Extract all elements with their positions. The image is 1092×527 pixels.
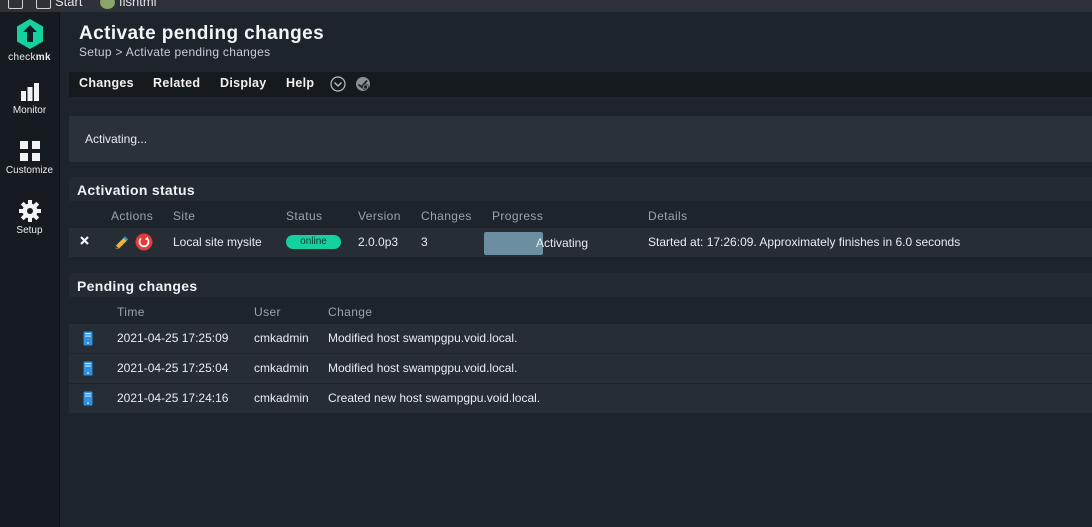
bar-chart-icon (20, 83, 39, 101)
pending-table-header: Time User Change (69, 301, 1092, 323)
taskbar-item-fishtml[interactable]: fishtml (100, 0, 157, 10)
progress-label: Activating (536, 236, 589, 250)
change-text: Created new host swampgpu.void.local. (328, 391, 541, 405)
table-row[interactable]: 2021-04-25 17:24:16 cmkadmin Created new… (69, 384, 1092, 413)
site-changes-count: 3 (421, 235, 428, 249)
sidebar-item-setup[interactable]: Setup (0, 200, 59, 236)
page-title: Activate pending changes (79, 23, 325, 44)
grid-icon (19, 141, 40, 161)
menu-changes[interactable]: Changes (79, 76, 134, 90)
change-text: Modified host swampgpu.void.local. (328, 361, 518, 375)
menu-bar: Changes Related Display Help (69, 72, 1092, 97)
site-version: 2.0.0p3 (358, 235, 399, 249)
taskbar-item-label: Start (55, 0, 83, 9)
column-header-changes: Changes (421, 209, 472, 223)
host-icon (83, 361, 93, 376)
gear-icon (18, 200, 41, 222)
section-title: Activation status (77, 182, 195, 198)
change-time: 2021-04-25 17:25:04 (117, 361, 229, 375)
activation-table-header: Actions Site Status Version Changes Prog… (69, 205, 1092, 227)
host-icon (83, 391, 93, 406)
change-text: Modified host swampgpu.void.local. (328, 331, 518, 345)
sidebar: checkmk Monitor Customize Setup (0, 12, 60, 527)
status-badge: online (286, 235, 341, 249)
taskbar-item-label: fishtml (119, 0, 157, 9)
column-header-change: Change (328, 305, 373, 319)
os-taskbar: Start fishtml (0, 0, 1092, 12)
sidebar-item-label: Monitor (12, 105, 47, 116)
pending-changes-header: Pending changes (69, 273, 1092, 297)
close-icon[interactable] (80, 236, 89, 245)
sidebar-item-label: Customize (5, 165, 54, 176)
checkmk-logo[interactable]: checkmk (0, 18, 59, 63)
change-time: 2021-04-25 17:24:16 (117, 391, 229, 405)
table-row[interactable]: 2021-04-25 17:25:04 cmkadmin Modified ho… (69, 354, 1092, 383)
activation-progress-bar (484, 232, 543, 255)
activation-site-row: Local site mysite online 2.0.0p3 3 Activ… (69, 228, 1092, 257)
taskbar-icon-left[interactable] (8, 0, 27, 10)
change-user: cmkadmin (254, 361, 309, 375)
sidebar-item-customize[interactable]: Customize (0, 140, 59, 176)
activation-message: Activating... (85, 132, 148, 146)
column-header-time: Time (117, 305, 145, 319)
menu-related[interactable]: Related (153, 76, 200, 90)
menu-display[interactable]: Display (220, 76, 267, 90)
activation-details: Started at: 17:26:09. Approximately fini… (648, 235, 961, 249)
taskbar-item-start[interactable]: Start (36, 0, 83, 10)
column-header-progress: Progress (492, 209, 544, 223)
change-user: cmkadmin (254, 331, 309, 345)
breadcrumb[interactable]: Setup > Activate pending changes (79, 45, 270, 59)
page-header: Activate pending changes Setup > Activat… (69, 12, 1092, 72)
empty-content-area (69, 414, 1092, 527)
activation-status-header: Activation status (69, 177, 1092, 201)
menu-help[interactable]: Help (286, 76, 314, 90)
sidebar-item-label: Setup (16, 225, 43, 236)
checkmk-logo-icon (16, 19, 43, 49)
stop-restart-icon[interactable] (135, 233, 153, 251)
activate-changes-icon[interactable] (355, 76, 371, 92)
column-header-actions: Actions (111, 209, 154, 223)
column-header-user: User (254, 305, 281, 319)
host-icon (83, 331, 93, 346)
column-header-site: Site (173, 209, 196, 223)
section-title: Pending changes (77, 278, 198, 294)
site-name: Local site mysite (173, 235, 262, 249)
edit-pencil-icon[interactable] (113, 235, 130, 251)
column-header-status: Status (286, 209, 323, 223)
activation-message-box: Activating... (69, 116, 1092, 162)
brand-name: checkmk (8, 52, 51, 63)
chevron-down-circle-icon[interactable] (330, 76, 346, 92)
column-header-version: Version (358, 209, 401, 223)
change-user: cmkadmin (254, 391, 309, 405)
change-time: 2021-04-25 17:25:09 (117, 331, 229, 345)
column-header-details: Details (648, 209, 688, 223)
sidebar-item-monitor[interactable]: Monitor (0, 82, 59, 116)
table-row[interactable]: 2021-04-25 17:25:09 cmkadmin Modified ho… (69, 324, 1092, 353)
